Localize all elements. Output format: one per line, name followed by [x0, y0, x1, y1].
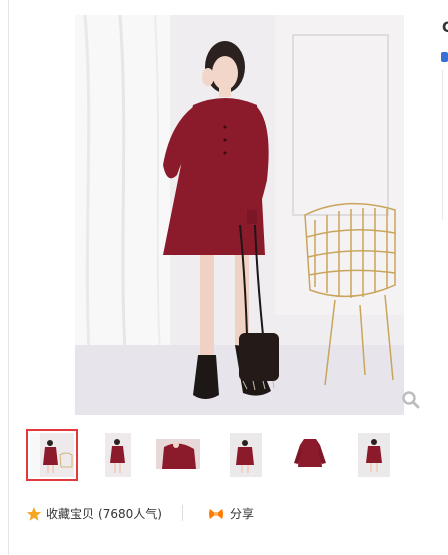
right-panel-title-glyph: C — [442, 20, 448, 36]
thumbnail-2[interactable] — [92, 429, 144, 481]
left-panel-border — [0, 0, 9, 555]
product-photo — [75, 15, 404, 415]
thumbnail-1[interactable] — [26, 429, 78, 481]
thumbnail-4[interactable] — [220, 429, 272, 481]
thumbnail-1-image — [30, 433, 74, 477]
action-divider — [182, 505, 183, 521]
thumbnail-4-image — [224, 433, 268, 477]
thumbnail-2-image — [96, 433, 140, 477]
thumbnail-strip — [26, 429, 426, 484]
action-bar: 收藏宝贝 (7680人气) 分享 — [26, 505, 426, 525]
favorite-button[interactable]: 收藏宝贝 (7680人气) — [26, 505, 162, 522]
thumbnail-6-image — [352, 433, 396, 477]
share-icon — [209, 508, 223, 519]
share-label: 分享 — [230, 507, 255, 521]
magnifier-icon[interactable] — [401, 390, 421, 410]
right-panel-tag — [441, 52, 448, 62]
right-panel-edge: C — [440, 0, 448, 555]
thumbnail-5[interactable] — [284, 429, 336, 481]
main-product-image[interactable] — [75, 15, 404, 415]
right-panel-divider — [442, 70, 443, 220]
star-icon — [26, 506, 42, 521]
thumbnail-3[interactable] — [152, 429, 204, 481]
share-button[interactable]: 分享 — [208, 505, 254, 522]
thumbnail-6[interactable] — [348, 429, 400, 481]
thumbnail-5-image — [288, 433, 332, 477]
favorite-count: (7680人气) — [98, 507, 162, 521]
thumbnail-3-image — [156, 433, 200, 477]
favorite-label: 收藏宝贝 — [46, 507, 95, 521]
